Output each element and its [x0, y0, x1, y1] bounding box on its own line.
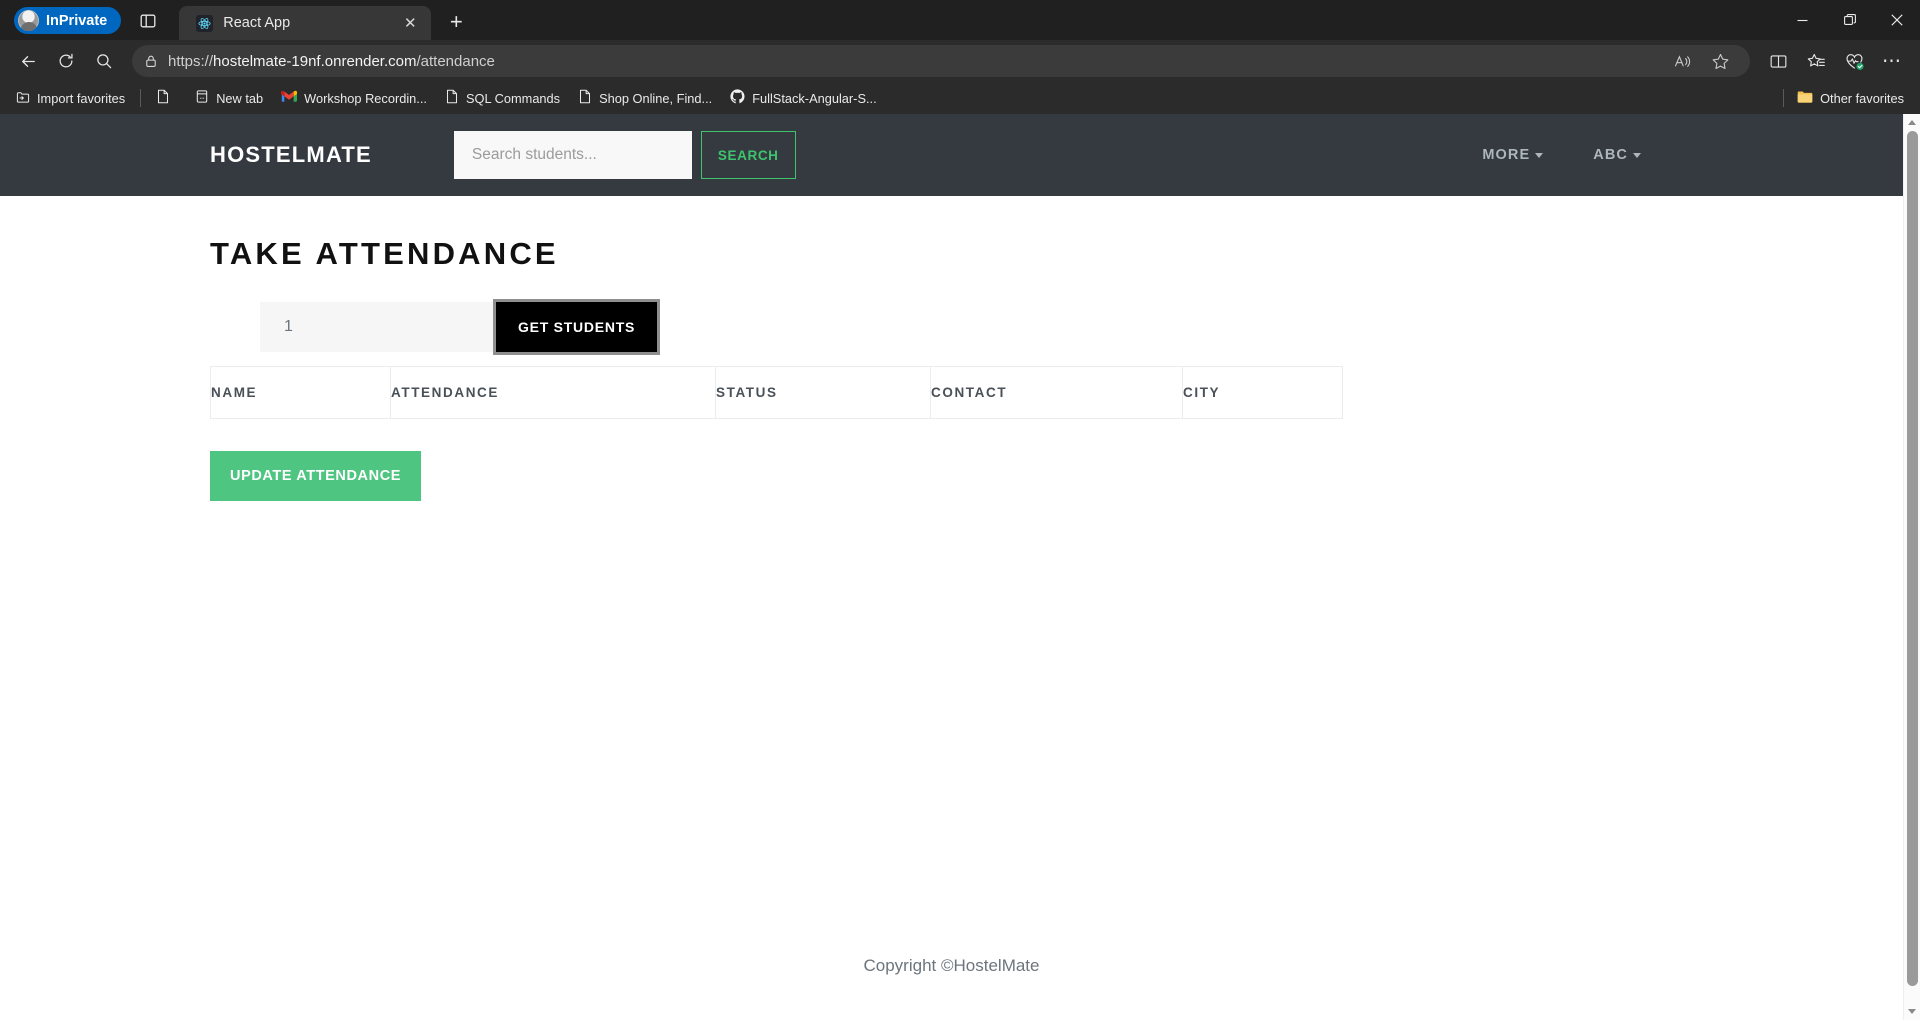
- search-input[interactable]: [453, 131, 692, 179]
- bookmark-new-tab[interactable]: New tab: [187, 85, 271, 111]
- bookmark-shop-online[interactable]: Shop Online, Find...: [570, 85, 720, 111]
- refresh-icon[interactable]: [48, 45, 84, 77]
- page-icon: [445, 89, 459, 107]
- column-header-attendance: ATTENDANCE: [390, 366, 716, 419]
- table-header: NAME ATTENDANCE STATUS CONTACT CITY: [210, 366, 1343, 419]
- tab-actions-icon[interactable]: [131, 6, 165, 36]
- search-button[interactable]: SEARCH: [700, 131, 796, 179]
- scroll-down-arrow-icon[interactable]: [1904, 1003, 1920, 1020]
- site-navbar: HOSTELMATE SEARCH MORE ABC: [0, 114, 1903, 196]
- search-icon[interactable]: [86, 45, 122, 77]
- bookmark-label: Shop Online, Find...: [599, 90, 713, 106]
- import-favorites-icon: [16, 90, 30, 107]
- web-page: HOSTELMATE SEARCH MORE ABC: [0, 114, 1903, 1020]
- column-header-name: NAME: [210, 366, 391, 419]
- inprivate-indicator[interactable]: InPrivate: [14, 7, 122, 34]
- column-header-contact: CONTACT: [930, 366, 1183, 419]
- star-icon[interactable]: [1702, 45, 1738, 77]
- main-content: TAKE ATTENDANCE GET STUDENTS NAME ATTEND…: [0, 196, 1903, 956]
- back-arrow-icon[interactable]: [10, 45, 46, 77]
- bookmark-label: Workshop Recordin...: [304, 90, 427, 106]
- bookmarks-bar: Import favorites New tab Workshop Record…: [0, 82, 1920, 114]
- browser-tab[interactable]: React App ✕: [179, 6, 432, 40]
- new-tab-button[interactable]: +: [439, 7, 473, 37]
- other-favorites-button[interactable]: Other favorites: [1789, 85, 1912, 111]
- github-icon: [730, 89, 745, 107]
- collections-icon[interactable]: [1798, 45, 1834, 77]
- bookmark-label: SQL Commands: [465, 90, 561, 106]
- site-brand[interactable]: HOSTELMATE: [210, 142, 372, 168]
- copyright-text: Copyright ©HostelMate: [863, 956, 1040, 975]
- scrollbar-track[interactable]: [1904, 131, 1920, 1003]
- read-aloud-icon[interactable]: [1664, 45, 1700, 77]
- scrollbar-thumb[interactable]: [1906, 131, 1918, 986]
- table-header-row: NAME ATTENDANCE STATUS CONTACT CITY: [210, 366, 1343, 419]
- page-title: TAKE ATTENDANCE: [210, 236, 559, 271]
- address-bar-url: https://hostelmate-19nf.onrender.com/att…: [168, 52, 495, 70]
- split-screen-icon[interactable]: [1760, 45, 1796, 77]
- bookmark-label: FullStack-Angular-S...: [752, 90, 877, 106]
- site-footer: Copyright ©HostelMate: [0, 956, 1903, 1020]
- column-header-city: CITY: [1182, 366, 1343, 419]
- other-favorites-container: Other favorites: [1778, 85, 1912, 111]
- avatar: [18, 10, 39, 31]
- update-attendance-button[interactable]: UPDATE ATTENDANCE: [210, 451, 422, 501]
- browser-toolbar: https://hostelmate-19nf.onrender.com/att…: [0, 40, 1920, 82]
- lock-icon: [144, 54, 158, 68]
- inprivate-label: InPrivate: [46, 12, 108, 29]
- chevron-down-icon: [1535, 152, 1544, 158]
- page-icon: [156, 89, 170, 107]
- attendance-table: NAME ATTENDANCE STATUS CONTACT CITY: [210, 366, 1343, 419]
- browser-window: InPrivate React App ✕ + https://hostelma…: [0, 0, 1920, 1020]
- bookmark-workshop-recording[interactable]: Workshop Recordin...: [273, 85, 435, 111]
- close-icon[interactable]: ✕: [397, 10, 423, 36]
- bookmark-label: Import favorites: [37, 90, 126, 106]
- react-icon: [195, 14, 213, 32]
- divider: [140, 89, 142, 107]
- tab-title: React App: [223, 15, 291, 31]
- toolbar-right-icons: ⋯: [1760, 45, 1910, 77]
- restore-icon[interactable]: [1826, 0, 1873, 40]
- student-count-input[interactable]: [260, 302, 496, 352]
- bookmark-label: New tab: [216, 90, 264, 106]
- minimize-icon[interactable]: [1779, 0, 1826, 40]
- nav-link-abc[interactable]: ABC: [1593, 147, 1641, 163]
- page-icon: [578, 89, 592, 107]
- page-viewport: HOSTELMATE SEARCH MORE ABC: [0, 114, 1920, 1020]
- folder-icon: [1797, 90, 1813, 107]
- navbar-links: MORE ABC: [1482, 147, 1903, 163]
- chevron-down-icon: [1633, 152, 1641, 158]
- bookmark-page-1[interactable]: [148, 85, 185, 111]
- gmail-icon: [281, 90, 298, 106]
- nav-link-label: ABC: [1593, 147, 1628, 163]
- nav-link-label: MORE: [1482, 147, 1531, 163]
- settings-and-more-icon[interactable]: ⋯: [1874, 45, 1910, 77]
- bookmark-import-favorites[interactable]: Import favorites: [8, 85, 133, 111]
- close-icon[interactable]: [1873, 0, 1920, 40]
- window-controls: [1779, 0, 1920, 40]
- nav-link-more[interactable]: MORE: [1482, 147, 1544, 163]
- divider: [1783, 89, 1785, 107]
- scroll-up-arrow-icon[interactable]: [1904, 114, 1920, 131]
- column-header-status: STATUS: [715, 366, 931, 419]
- get-students-button[interactable]: GET STUDENTS: [492, 299, 661, 355]
- attendance-controls: GET STUDENTS: [210, 299, 1903, 355]
- page-scrollbar[interactable]: [1903, 114, 1920, 1020]
- address-bar[interactable]: https://hostelmate-19nf.onrender.com/att…: [132, 45, 1750, 77]
- browser-essentials-icon[interactable]: [1836, 45, 1872, 77]
- other-favorites-label: Other favorites: [1820, 90, 1904, 106]
- new-tab-icon: [195, 89, 209, 107]
- navbar-search-group: SEARCH: [453, 131, 796, 179]
- title-bar: InPrivate React App ✕ +: [0, 0, 1920, 40]
- bookmark-sql-commands[interactable]: SQL Commands: [437, 85, 568, 111]
- bookmark-fullstack-angular[interactable]: FullStack-Angular-S...: [722, 85, 884, 111]
